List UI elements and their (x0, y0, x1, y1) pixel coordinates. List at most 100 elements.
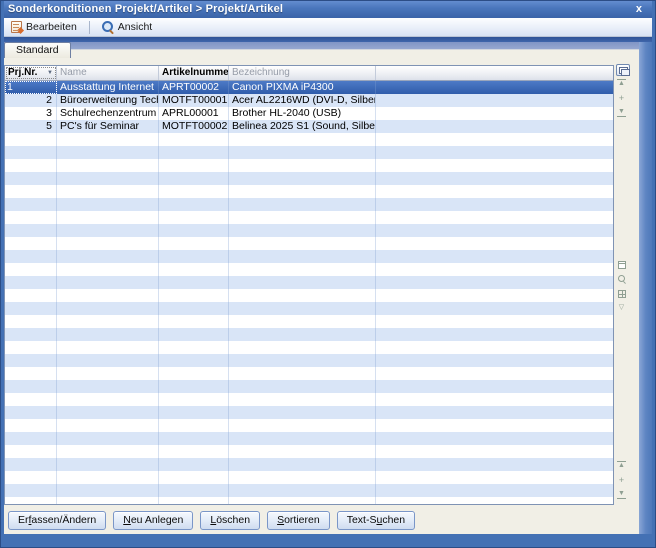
table-cell (229, 172, 376, 185)
table-row-empty[interactable] (5, 315, 613, 328)
table-row-empty[interactable] (5, 146, 613, 159)
scroll-bottom-icon[interactable]: ▼ (617, 108, 626, 117)
table-cell (159, 146, 229, 159)
toolbar-button-ansicht[interactable]: Ansicht (95, 19, 159, 35)
table-row-empty[interactable] (5, 484, 613, 497)
table-cell: 2 (5, 94, 57, 107)
table-cell: Canon PIXMA iP4300 (229, 81, 376, 94)
sort-descending-icon[interactable]: ▼ (47, 70, 53, 76)
table-cell (376, 419, 613, 432)
table-row-empty[interactable] (5, 237, 613, 250)
table-row-empty[interactable] (5, 133, 613, 146)
table-cell (5, 185, 57, 198)
table-cell (229, 328, 376, 341)
table-cell (57, 354, 159, 367)
action-button-erfassen-ndern[interactable]: Erfassen/Ändern (8, 511, 106, 530)
table-cell (57, 263, 159, 276)
action-button-label-pre: Er (18, 514, 29, 526)
action-button-l-schen[interactable]: Löschen (200, 511, 260, 530)
plus-icon[interactable]: + (617, 476, 626, 484)
table-row-empty[interactable] (5, 276, 613, 289)
action-button-sortieren[interactable]: Sortieren (267, 511, 330, 530)
table-row-empty[interactable] (5, 497, 613, 505)
table-row-empty[interactable] (5, 224, 613, 237)
action-button-label-post: eu Anlegen (131, 514, 184, 526)
column-header-artikelnummer[interactable]: Artikelnummer (159, 66, 229, 80)
table-icon[interactable] (618, 290, 626, 298)
table-cell (57, 159, 159, 172)
table-cell (5, 393, 57, 406)
scroll-top-icon[interactable]: ▲ (617, 461, 626, 470)
grid-right-rail: ▲ + ▼ ▽ ▲ + ▼ (614, 65, 634, 505)
table-row-empty[interactable] (5, 419, 613, 432)
table-row[interactable]: 1Ausstattung InternetAPRT00002Canon PIXM… (5, 81, 613, 94)
table-cell (229, 484, 376, 497)
table-cell (376, 198, 613, 211)
table-cell (159, 289, 229, 302)
table-row[interactable]: 5PC's für SeminarMOTFT00002Belinea 2025 … (5, 120, 613, 133)
grid-icon[interactable] (618, 261, 626, 269)
table-row-empty[interactable] (5, 445, 613, 458)
table-cell (57, 484, 159, 497)
table-cell (376, 315, 613, 328)
table-cell (57, 458, 159, 471)
table-cell (57, 315, 159, 328)
column-chooser-icon[interactable] (616, 64, 630, 76)
column-header-name[interactable]: Name (57, 66, 159, 80)
tab-standard[interactable]: Standard (4, 42, 71, 58)
table-row-empty[interactable] (5, 198, 613, 211)
table-row-empty[interactable] (5, 159, 613, 172)
table-cell (229, 393, 376, 406)
table-row-empty[interactable] (5, 367, 613, 380)
table-row-empty[interactable] (5, 380, 613, 393)
table-cell (376, 133, 613, 146)
toolbar-button-bearbeiten[interactable]: Bearbeiten (4, 19, 84, 35)
table-cell (376, 367, 613, 380)
table-cell (57, 185, 159, 198)
table-cell (159, 328, 229, 341)
table-row-empty[interactable] (5, 341, 613, 354)
table-row-empty[interactable] (5, 328, 613, 341)
table-row-empty[interactable] (5, 289, 613, 302)
close-icon[interactable]: x (630, 4, 648, 15)
table-row-empty[interactable] (5, 458, 613, 471)
table-cell (159, 445, 229, 458)
table-row-empty[interactable] (5, 263, 613, 276)
toolbar-separator (89, 21, 90, 34)
table-cell: Schulrechenzentrum (57, 107, 159, 120)
action-button-text-suchen[interactable]: Text-Suchen (337, 511, 415, 530)
table-row-empty[interactable] (5, 406, 613, 419)
table-row-empty[interactable] (5, 302, 613, 315)
table-cell (57, 146, 159, 159)
plus-icon[interactable]: + (617, 94, 626, 102)
table-row-empty[interactable] (5, 250, 613, 263)
table-cell (5, 328, 57, 341)
table-cell (376, 276, 613, 289)
table-row-empty[interactable] (5, 393, 613, 406)
table-row-empty[interactable] (5, 172, 613, 185)
table-cell (229, 224, 376, 237)
column-header-prjnr[interactable]: Prj.Nr. ▼ (5, 66, 57, 80)
table-row-empty[interactable] (5, 432, 613, 445)
title-bar: Sonderkonditionen Projekt/Artikel > Proj… (0, 0, 656, 18)
table-row-empty[interactable] (5, 354, 613, 367)
scroll-top-icon[interactable]: ▲ (617, 79, 626, 88)
column-header-bezeichnung[interactable]: Bezeichnung (229, 66, 376, 80)
table-cell (376, 497, 613, 505)
table-cell (229, 367, 376, 380)
table-cell (159, 133, 229, 146)
table-row-empty[interactable] (5, 471, 613, 484)
filter-icon[interactable]: ▽ (617, 304, 626, 312)
table-cell (229, 445, 376, 458)
table-row-empty[interactable] (5, 211, 613, 224)
table-row[interactable]: 2Büroerweiterung TechMOTFT00001Acer AL22… (5, 94, 613, 107)
table-row[interactable]: 3SchulrechenzentrumAPRL00001Brother HL-2… (5, 107, 613, 120)
table-row-empty[interactable] (5, 185, 613, 198)
magnifier-icon[interactable] (617, 275, 626, 284)
table-cell (376, 94, 613, 107)
action-button-neu-anlegen[interactable]: Neu Anlegen (113, 511, 193, 530)
scroll-bottom-icon[interactable]: ▼ (617, 490, 626, 499)
table-cell (5, 146, 57, 159)
table-cell: Brother HL-2040 (USB) (229, 107, 376, 120)
table-cell: 5 (5, 120, 57, 133)
